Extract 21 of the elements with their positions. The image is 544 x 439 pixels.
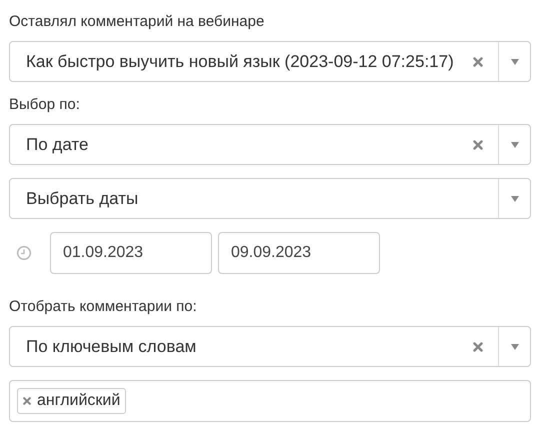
field-label: Отобрать комментарии по: [9, 297, 198, 317]
dropdown-select[interactable]: Выбрать даты [9, 178, 531, 219]
tag-label: английский [37, 392, 120, 410]
dropdown-select[interactable]: По дате [9, 124, 531, 165]
date-field[interactable]: 09.09.2023 [218, 232, 380, 274]
dropdown-select[interactable]: По ключевым словам [9, 326, 531, 367]
field-label: Выбор по: [9, 95, 81, 115]
remove-icon[interactable] [23, 397, 31, 405]
tag-chip[interactable]: английский [17, 388, 126, 414]
tags-field[interactable]: английский [9, 380, 531, 422]
caret-icon [510, 142, 518, 148]
clear-icon[interactable] [473, 56, 483, 66]
clock-icon [16, 245, 32, 261]
caret-icon [510, 196, 518, 202]
clear-icon[interactable] [473, 140, 483, 150]
clear-icon[interactable] [473, 342, 483, 352]
caret-icon [510, 58, 518, 64]
field-label: Оставлял комментарий на вебинаре [9, 12, 266, 32]
caret-icon [510, 344, 518, 350]
dropdown-select[interactable]: Как быстро выучить новый язык (2023-09-12 07:25:17) [9, 41, 531, 82]
date-field[interactable]: 01.09.2023 [50, 232, 212, 274]
